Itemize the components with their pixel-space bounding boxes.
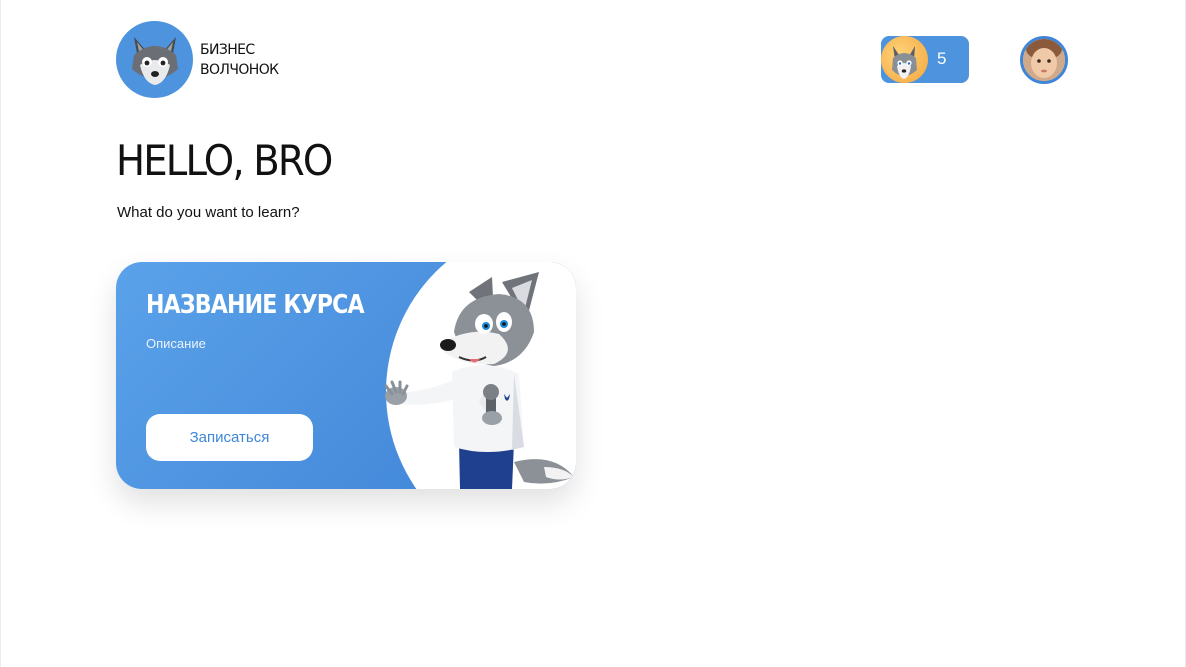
wolf-logo-icon [116,21,193,98]
brand-name-line1: Бизнес [200,41,255,58]
page: Бизнес Волчонок 5 [0,0,1186,667]
brand-name-line2: Волчонок [200,61,279,78]
course-card[interactable]: Название курса Описание Записаться [116,262,576,489]
points-value: 5 [937,49,947,68]
course-description: Описание [146,336,206,351]
course-title: Название курса [146,290,365,320]
enroll-button[interactable]: Записаться [146,414,313,461]
wolf-avatar-icon [881,36,928,83]
user-avatar[interactable] [1020,36,1068,84]
page-subtitle: What do you want to learn? [117,204,300,221]
brand-name: Бизнес Волчонок [200,40,279,80]
points-badge[interactable]: 5 [881,36,969,83]
brand-logo[interactable]: Бизнес Волчонок [116,21,279,98]
wolf-mascot-illustration [384,272,574,489]
page-title: HELLO, BRO [116,136,333,185]
